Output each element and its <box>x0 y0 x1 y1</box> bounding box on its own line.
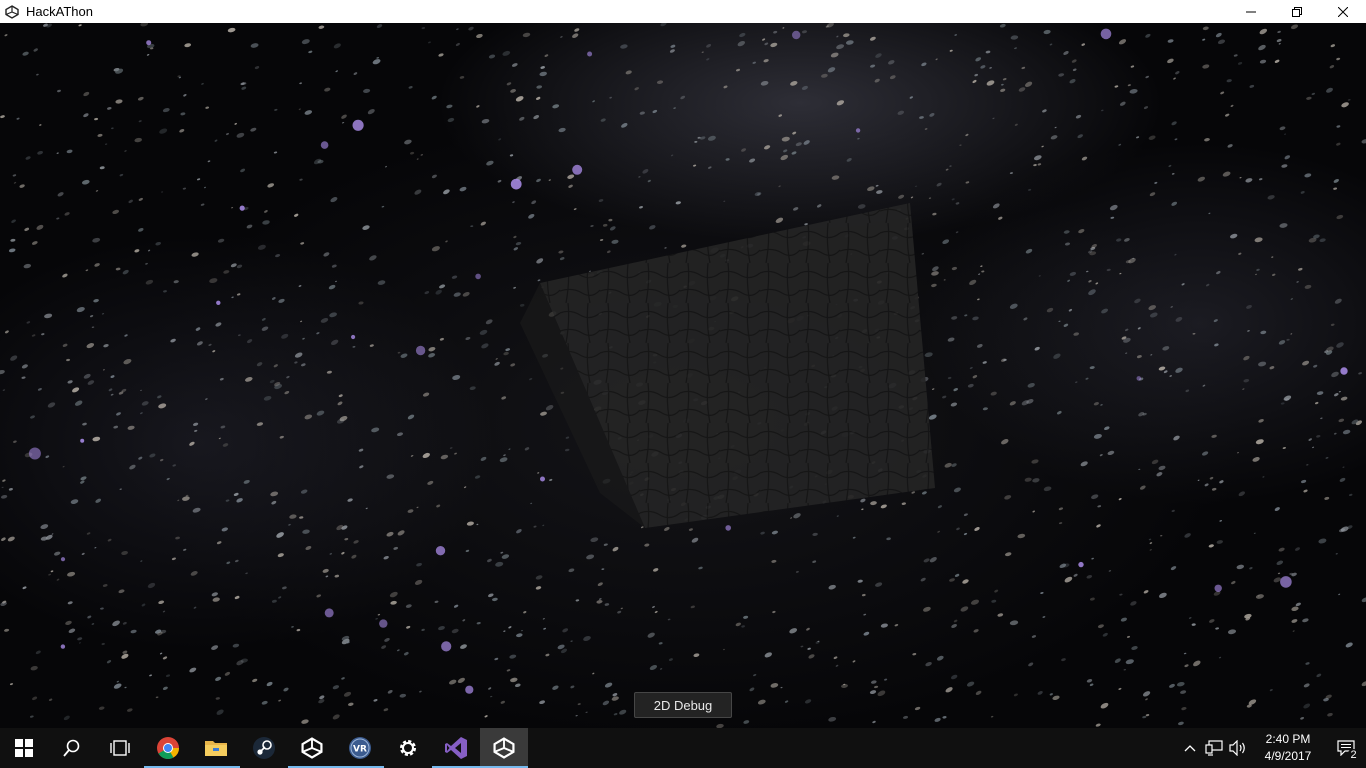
visual-studio-button[interactable] <box>432 728 480 768</box>
restore-button[interactable] <box>1274 0 1320 23</box>
volume-button[interactable] <box>1226 728 1250 768</box>
steam-icon <box>253 737 275 759</box>
unity-button[interactable] <box>288 728 336 768</box>
start-button[interactable] <box>0 728 48 768</box>
gear-icon <box>400 740 416 756</box>
restore-icon <box>1292 6 1302 17</box>
close-icon <box>1338 6 1348 17</box>
settings-button[interactable] <box>384 728 432 768</box>
windows-logo-icon <box>15 739 33 757</box>
minimize-icon <box>1246 11 1256 12</box>
action-center-button[interactable]: 2 <box>1326 728 1366 768</box>
clock-time: 2:40 PM <box>1265 732 1311 746</box>
unity-icon <box>493 737 515 759</box>
minimize-button[interactable] <box>1228 0 1274 23</box>
system-tray: 2:40 PM 4/9/2017 2 <box>1178 728 1366 768</box>
chrome-icon <box>157 737 179 759</box>
unity-icon <box>301 737 323 759</box>
close-button[interactable] <box>1320 0 1366 23</box>
clock-date: 4/9/2017 <box>1264 749 1312 763</box>
unity-game-button[interactable] <box>480 728 528 768</box>
volume-icon <box>1229 740 1245 756</box>
task-view-button[interactable] <box>96 728 144 768</box>
unity-icon <box>4 4 20 20</box>
window-titlebar: HackAThon <box>0 0 1366 23</box>
file-explorer-button[interactable] <box>192 728 240 768</box>
chrome-button[interactable] <box>144 728 192 768</box>
taskbar: VR 2:40 PM 4/9/2017 2 <box>0 728 1366 768</box>
vr-icon: VR <box>349 737 371 759</box>
network-icon <box>1205 740 1223 756</box>
debug-2d-button[interactable]: 2D Debug <box>634 692 732 718</box>
window-title: HackAThon <box>26 4 93 19</box>
game-viewport[interactable]: 2D Debug <box>0 23 1366 728</box>
chevron-up-icon <box>1184 745 1196 752</box>
network-button[interactable] <box>1202 728 1226 768</box>
task-view-icon <box>110 740 130 756</box>
steam-button[interactable] <box>240 728 288 768</box>
notification-count-badge: 2 <box>1347 749 1360 762</box>
steamvr-button[interactable]: VR <box>336 728 384 768</box>
search-button[interactable] <box>48 728 96 768</box>
folder-icon <box>205 741 227 756</box>
rock-cube <box>520 203 935 528</box>
clock-button[interactable]: 2:40 PM 4/9/2017 <box>1250 731 1326 765</box>
svg-text:VR: VR <box>353 745 367 755</box>
visual-studio-icon <box>445 737 467 759</box>
show-hidden-icons-button[interactable] <box>1178 728 1202 768</box>
search-icon <box>63 739 80 757</box>
